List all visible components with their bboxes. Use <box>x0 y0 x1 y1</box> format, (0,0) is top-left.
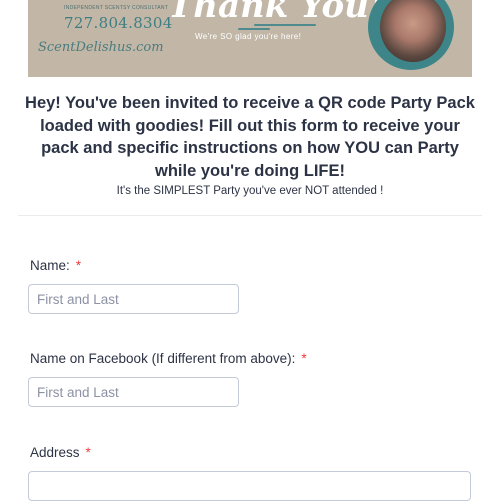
phone-number: 727.804.8304 <box>64 14 173 32</box>
address-input[interactable] <box>28 471 471 501</box>
required-marker: * <box>75 258 82 273</box>
header-banner: INDEPENDENT SCENTSY CONSULTANT 727.804.8… <box>28 0 472 77</box>
required-marker: * <box>85 445 91 460</box>
name-label: Name: * <box>30 258 81 273</box>
required-marker: * <box>301 351 307 366</box>
swash-decoration <box>238 28 270 30</box>
name-input[interactable] <box>28 284 239 314</box>
section-divider <box>18 215 482 216</box>
name-label-text: Name: <box>30 258 70 273</box>
brand-tagline: INDEPENDENT SCENTSY CONSULTANT <box>64 5 169 11</box>
brand-website: ScentDelishus.com <box>38 40 164 55</box>
form-heading: Hey! You've been invited to receive a QR… <box>25 94 475 180</box>
swash-decoration <box>254 24 316 26</box>
address-label: Address * <box>30 445 91 460</box>
facebook-name-input[interactable] <box>28 377 239 407</box>
thank-you-title: Thank You! <box>168 0 384 26</box>
form-subheading: It's the SIMPLEST Party you've ever NOT … <box>116 185 384 197</box>
glad-message: We're SO glad you're here! <box>195 32 302 41</box>
facebook-name-label: Name on Facebook (If different from abov… <box>30 351 307 366</box>
address-label-text: Address <box>30 445 80 460</box>
facebook-name-label-text: Name on Facebook (If different from abov… <box>30 351 296 366</box>
